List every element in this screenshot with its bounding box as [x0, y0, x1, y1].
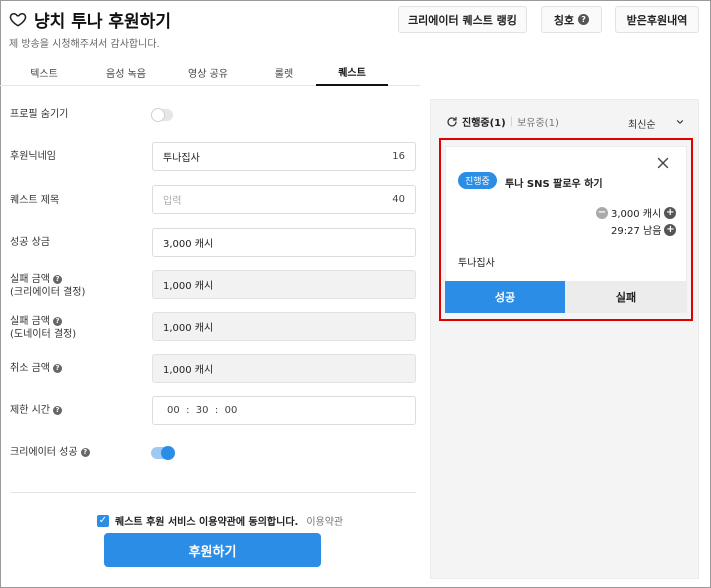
- plus-circle-icon[interactable]: +: [664, 223, 677, 236]
- tab-video[interactable]: 영상 공유: [164, 58, 252, 86]
- time-limit-input[interactable]: 00 : 30 : 00: [152, 396, 416, 425]
- donate-submit-button[interactable]: 후원하기: [104, 533, 321, 567]
- fail-donor-label: 실패 금액? (도네이터 결정): [10, 315, 76, 341]
- time-limit-value: 00 : 30 : 00: [167, 405, 238, 416]
- fail-donor-label-line1: 실패 금액: [10, 316, 50, 327]
- minus-circle-icon[interactable]: −: [596, 206, 608, 219]
- donation-type-tabs: 텍스트 음성 녹음 영상 공유 룰렛 퀘스트: [0, 58, 420, 86]
- status-badge: 진행중: [458, 172, 497, 189]
- success-reward-value: 3,000 캐시: [163, 239, 214, 250]
- quest-amount: 3,000 캐시: [611, 209, 662, 220]
- cancel-amount-label-text: 취소 금액: [10, 363, 50, 374]
- page-title: 냥치 투나 후원하기: [34, 12, 171, 32]
- toggle-knob: [161, 446, 175, 460]
- success-reward-label: 성공 상금: [10, 237, 50, 248]
- time-limit-label: 제한 시간 ?: [10, 404, 62, 417]
- quest-title-label: 퀘스트 제목: [10, 195, 60, 206]
- chevron-down-icon[interactable]: [675, 117, 685, 127]
- quest-ranking-button[interactable]: 크리에이터 퀘스트 랭킹: [398, 6, 527, 33]
- tab-roulette[interactable]: 룰렛: [252, 58, 316, 86]
- quest-fail-button[interactable]: 실패: [565, 281, 687, 313]
- tab-text[interactable]: 텍스트: [0, 58, 88, 86]
- close-icon[interactable]: [657, 157, 669, 169]
- tab-in-progress[interactable]: 진행중(1): [462, 114, 506, 129]
- quest-time-row: 29:27 남음 +: [611, 222, 677, 237]
- fail-donor-value: 1,000 캐시: [163, 323, 214, 334]
- quest-title-input[interactable]: 입력 40: [152, 185, 416, 214]
- creator-success-toggle[interactable]: [151, 446, 175, 460]
- divider: [10, 492, 416, 493]
- fail-creator-label-line2: (크리에이터 결정): [10, 287, 86, 298]
- toggle-knob: [151, 108, 165, 122]
- plus-circle-icon[interactable]: +: [664, 206, 677, 219]
- title-badge-label: 칭호: [553, 13, 575, 27]
- refresh-icon[interactable]: [446, 116, 458, 128]
- quest-title-placeholder: 입력: [163, 196, 182, 207]
- title-badge-button[interactable]: 칭호 ?: [541, 6, 602, 33]
- time-limit-label-text: 제한 시간: [10, 405, 50, 416]
- fail-creator-value: 1,000 캐시: [163, 281, 214, 292]
- terms-agreement: ✓ 퀘스트 후원 서비스 이용약관에 동의합니다. 이용약관: [97, 513, 343, 528]
- cancel-amount-label: 취소 금액 ?: [10, 362, 62, 375]
- received-donations-label: 받은후원내역: [626, 13, 688, 27]
- page-subtitle: 제 방송을 시청해주셔서 감사합니다.: [9, 39, 160, 50]
- help-icon: ?: [578, 14, 590, 25]
- fail-creator-amount: 1,000 캐시: [152, 270, 416, 299]
- cancel-amount: 1,000 캐시: [152, 354, 416, 383]
- nickname-value: 투나집사: [163, 153, 200, 164]
- fail-creator-label-line1: 실패 금액: [10, 274, 50, 285]
- help-icon[interactable]: ?: [52, 364, 62, 373]
- nickname-label: 후원닉네임: [10, 151, 56, 162]
- quest-ranking-label: 크리에이터 퀘스트 랭킹: [408, 13, 517, 27]
- quest-amount-row: − 3,000 캐시 +: [596, 205, 677, 220]
- quest-title-char-count: 40: [392, 194, 405, 205]
- help-icon[interactable]: ?: [52, 317, 62, 326]
- hide-profile-toggle[interactable]: [151, 108, 173, 122]
- hide-profile-label: 프로필 숨기기: [10, 109, 69, 120]
- help-icon[interactable]: ?: [52, 275, 62, 284]
- received-donations-button[interactable]: 받은후원내역: [615, 6, 699, 33]
- quest-success-button[interactable]: 성공: [445, 281, 565, 313]
- quest-panel-tabs: 진행중(1) | 보유중(1): [446, 114, 559, 129]
- help-icon[interactable]: ?: [80, 448, 90, 457]
- cancel-amount-value: 1,000 캐시: [163, 365, 214, 376]
- nickname-char-count: 16: [392, 151, 405, 162]
- creator-success-label: 크리에이터 성공 ?: [10, 446, 90, 459]
- fail-donor-amount: 1,000 캐시: [152, 312, 416, 341]
- terms-agreement-text: 퀘스트 후원 서비스 이용약관에 동의합니다.: [115, 517, 299, 528]
- fail-creator-label: 실패 금액? (크리에이터 결정): [10, 273, 85, 299]
- sort-select[interactable]: 최신순: [628, 116, 656, 131]
- quest-donor-name: 투나집사: [458, 258, 495, 269]
- tab-holding[interactable]: 보유중(1): [517, 114, 559, 129]
- fail-donor-label-line2: (도네이터 결정): [10, 329, 77, 340]
- quest-time-remaining: 29:27 남음: [611, 226, 662, 237]
- nickname-input[interactable]: 투나집사 16: [152, 142, 416, 171]
- terms-link[interactable]: 이용약관: [306, 513, 343, 528]
- help-icon[interactable]: ?: [52, 406, 62, 415]
- tab-divider: |: [509, 116, 514, 127]
- success-reward-input[interactable]: 3,000 캐시: [152, 228, 416, 257]
- creator-success-label-text: 크리에이터 성공: [10, 447, 78, 458]
- quest-title: 투나 SNS 팔로우 하기: [505, 179, 603, 190]
- tab-voice[interactable]: 음성 녹음: [88, 58, 164, 86]
- tab-quest[interactable]: 퀘스트: [316, 58, 388, 86]
- heart-icon[interactable]: [9, 10, 27, 28]
- checkbox-checked-icon[interactable]: ✓: [97, 514, 109, 527]
